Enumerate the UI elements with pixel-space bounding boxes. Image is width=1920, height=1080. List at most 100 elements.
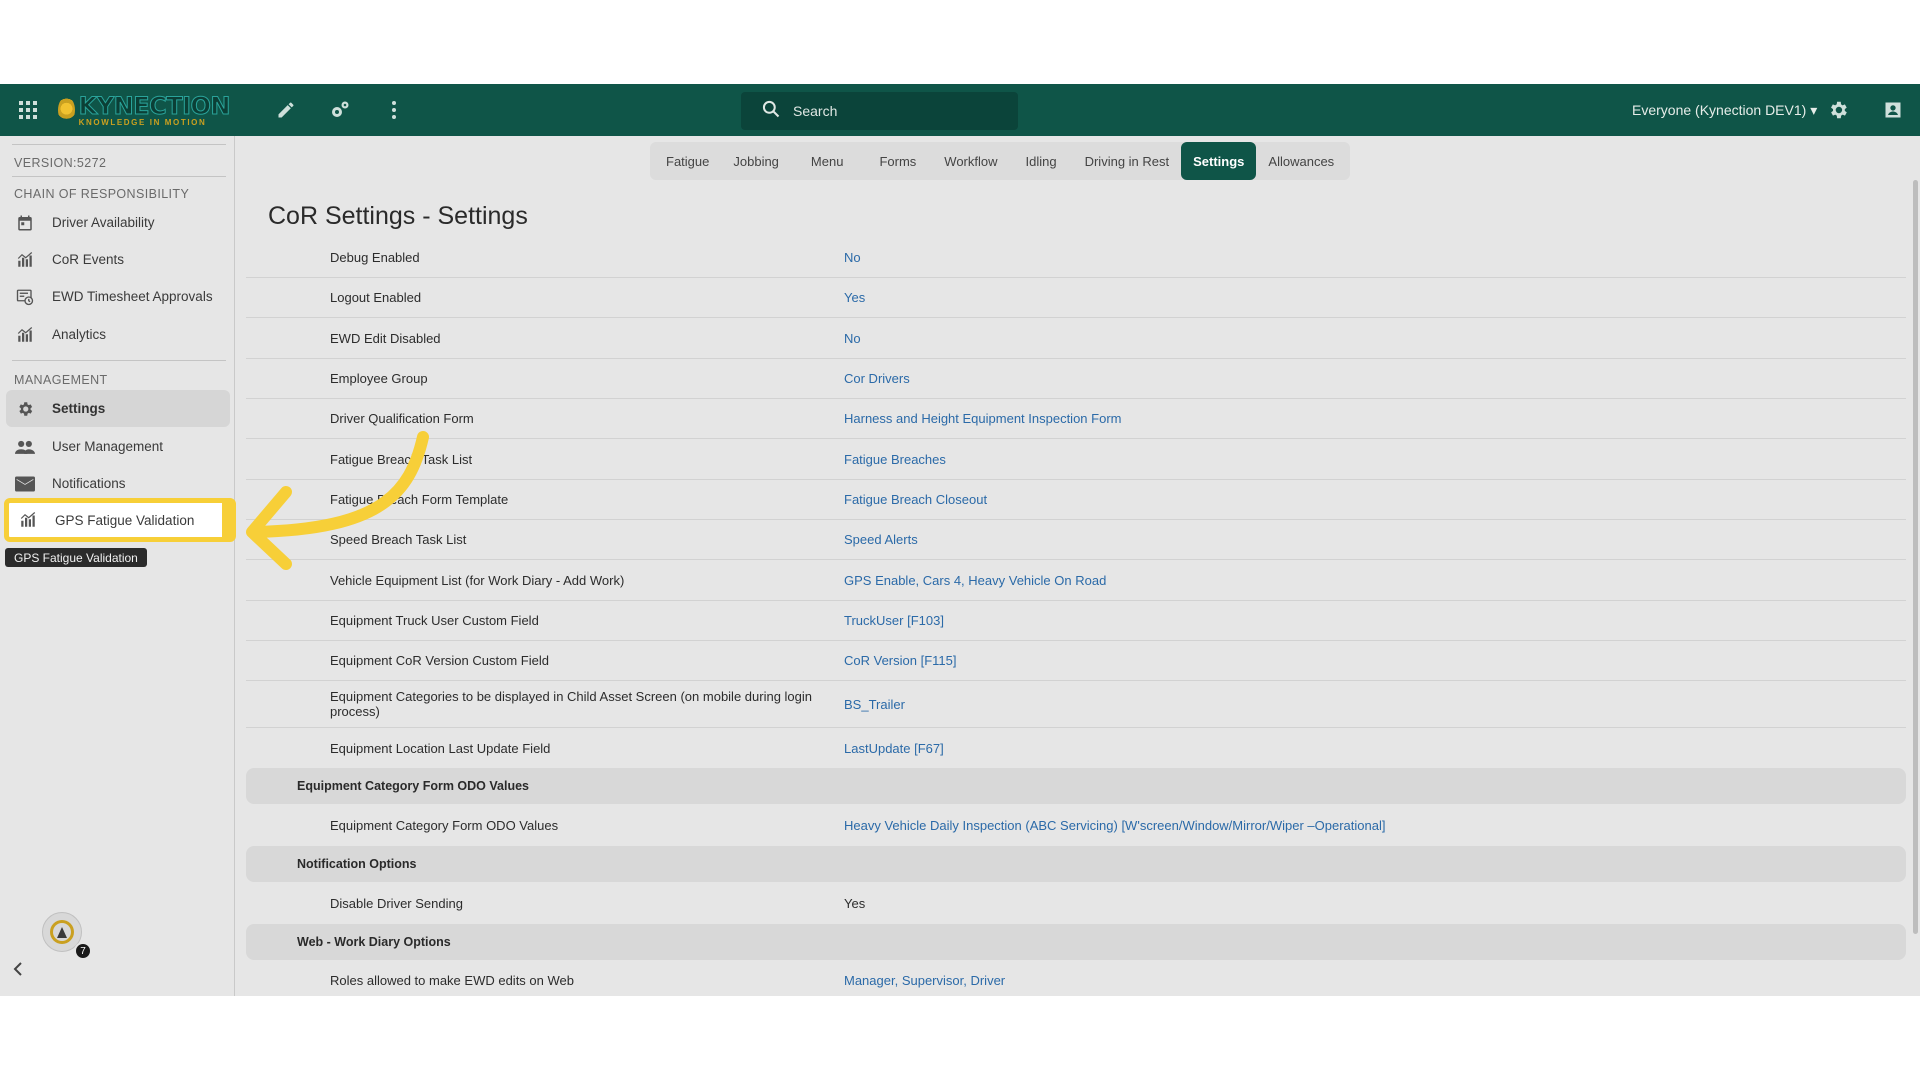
- setting-value-link[interactable]: LastUpdate [F67]: [844, 741, 944, 756]
- setting-value-link[interactable]: Manager, Supervisor, Driver: [844, 973, 1005, 988]
- tab-forms[interactable]: Forms: [863, 142, 932, 180]
- settings-row: Equipment Category Form ODO Values Heavy …: [246, 804, 1906, 846]
- kynection-logo[interactable]: KYNECTION KNOWLEDGE IN MOTION: [58, 91, 231, 127]
- settings-row: Equipment Truck User Custom Field TruckUs…: [246, 601, 1906, 641]
- settings-row: Debug Enabled No: [246, 238, 1906, 278]
- setting-value-link[interactable]: Cor Drivers: [844, 371, 910, 386]
- tab-fatigue[interactable]: Fatigue: [654, 142, 721, 180]
- sidebar-item-label: EWD Timesheet Approvals: [52, 289, 213, 304]
- version-label: VERSION:5272: [14, 156, 107, 170]
- tab-menu[interactable]: Menu: [791, 142, 864, 180]
- tab-workflow[interactable]: Workflow: [932, 142, 1009, 180]
- setting-value-link[interactable]: CoR Version [F115]: [844, 653, 956, 668]
- scrollbar[interactable]: [1913, 180, 1918, 934]
- search-box[interactable]: [741, 92, 1018, 130]
- settings-row: EWD Edit Disabled No: [246, 318, 1906, 359]
- logo-mark-icon: [58, 97, 75, 123]
- settings-row: Fatigue Breach Form Template Fatigue Brea…: [246, 480, 1906, 520]
- apps-grid-icon[interactable]: [14, 84, 42, 136]
- sidebar-item-ewd-timesheet-approvals[interactable]: EWD Timesheet Approvals: [6, 278, 230, 315]
- setting-label: Disable Driver Sending: [330, 895, 463, 911]
- sidebar-item-notifications[interactable]: Notifications: [6, 465, 230, 502]
- setting-label: Fatigue Breach Task List: [330, 451, 473, 467]
- setting-value-link[interactable]: No: [844, 331, 861, 346]
- setting-label: Equipment Truck User Custom Field: [330, 613, 539, 628]
- tooltip: GPS Fatigue Validation: [5, 548, 147, 567]
- sidebar-item-driver-availability[interactable]: Driver Availability: [6, 204, 230, 241]
- sidebar-item-label: CoR Events: [52, 252, 125, 267]
- search-input[interactable]: [793, 103, 993, 119]
- logo-text: KYNECTION KNOWLEDGE IN MOTION: [78, 91, 231, 127]
- gears-icon[interactable]: [327, 84, 353, 136]
- settings-row: Equipment CoR Version Custom Field CoR Ve…: [246, 641, 1906, 681]
- chart-icon: [17, 509, 39, 531]
- settings-row: Employee Group Cor Drivers: [246, 359, 1906, 399]
- sidebar-item-label: Driver Availability: [52, 215, 155, 230]
- top-bar: KYNECTION KNOWLEDGE IN MOTION Everyone (…: [0, 84, 1920, 136]
- chart-icon: [14, 324, 36, 346]
- settings-row: Disable Driver Sending Yes: [246, 882, 1906, 924]
- group-label: Notification Options: [297, 857, 417, 871]
- settings-tabs: Fatigue Jobbing Menu Forms Workflow Idli…: [650, 142, 1351, 180]
- mail-icon: [14, 473, 36, 495]
- notification-count-badge: 7: [74, 942, 92, 960]
- sidebar-item-label: Notifications: [52, 476, 126, 491]
- sidebar-item-cor-events[interactable]: CoR Events: [6, 241, 230, 278]
- tab-settings[interactable]: Settings: [1181, 142, 1257, 180]
- page-title: CoR Settings - Settings: [268, 202, 528, 230]
- setting-value-link[interactable]: Heavy Vehicle Daily Inspection (ABC Serv…: [844, 818, 1385, 833]
- chevron-left-icon[interactable]: [8, 958, 28, 980]
- setting-value-link[interactable]: Fatigue Breach Closeout: [844, 492, 987, 507]
- gear-icon[interactable]: [1824, 84, 1852, 136]
- setting-label: Speed Breach Task List: [330, 532, 467, 547]
- logo-title: KYNECTION: [78, 91, 231, 120]
- sidebar: VERSION:5272 CHAIN OF RESPONSIBILITY Dri…: [0, 136, 236, 996]
- gear-icon: [14, 398, 36, 420]
- sidebar-item-analytics[interactable]: Analytics: [6, 316, 230, 353]
- sidebar-divider: [12, 360, 226, 361]
- settings-row: Equipment Categories to be displayed in …: [246, 681, 1906, 728]
- sidebar-item-label: GPS Fatigue Validation: [55, 512, 195, 528]
- setting-value-link[interactable]: BS_Trailer: [844, 697, 905, 712]
- tenant-selector[interactable]: Everyone (Kynection DEV1) ▾: [1632, 84, 1817, 136]
- sidebar-item-label: Settings: [52, 401, 106, 416]
- sidebar-item-user-management[interactable]: User Management: [6, 428, 230, 465]
- sidebar-item-label: User Management: [52, 439, 164, 454]
- sidebar-item-gps-fatigue-validation[interactable]: GPS Fatigue Validation: [4, 498, 236, 542]
- setting-label: Equipment Location Last Update Field: [330, 740, 551, 756]
- setting-label: Equipment Category Form ODO Values: [330, 817, 559, 833]
- tab-idling[interactable]: Idling: [1010, 142, 1073, 180]
- sidebar-item-settings[interactable]: Settings: [6, 390, 230, 427]
- avatar-logo-icon: [50, 920, 74, 944]
- setting-value-link[interactable]: Yes: [844, 290, 865, 305]
- section-heading-management: MANAGEMENT: [14, 373, 108, 387]
- section-heading-cor: CHAIN OF RESPONSIBILITY: [14, 187, 190, 201]
- setting-label: Roles allowed to make EWD edits on Web: [330, 972, 574, 988]
- setting-value-link[interactable]: No: [844, 250, 861, 265]
- setting-value-link[interactable]: Fatigue Breaches: [844, 452, 946, 467]
- settings-group-header: Web - Work Diary Options: [246, 924, 1906, 960]
- pencil-icon[interactable]: [274, 84, 298, 136]
- tab-allowances[interactable]: Allowances: [1256, 142, 1346, 180]
- setting-value-link[interactable]: Speed Alerts: [844, 532, 918, 547]
- setting-value-link[interactable]: GPS Enable, Cars 4, Heavy Vehicle On Roa…: [844, 573, 1106, 588]
- tab-driving-in-rest[interactable]: Driving in Rest: [1073, 142, 1182, 180]
- group-label: Equipment Category Form ODO Values: [297, 779, 529, 793]
- setting-value-link[interactable]: Harness and Height Equipment Inspection …: [844, 411, 1121, 426]
- more-vertical-icon[interactable]: [386, 84, 402, 136]
- main-content: Fatigue Jobbing Menu Forms Workflow Idli…: [236, 136, 1920, 996]
- setting-label: Debug Enabled: [330, 250, 420, 265]
- settings-list: Debug Enabled No Logout Enabled Yes EWD Ed…: [246, 238, 1906, 996]
- search-icon: [761, 99, 781, 124]
- logo-tagline: KNOWLEDGE IN MOTION: [78, 117, 207, 127]
- settings-row: Equipment Location Last Update Field Last…: [246, 728, 1906, 768]
- group-label: Web - Work Diary Options: [297, 935, 451, 949]
- setting-label: Employee Group: [330, 371, 428, 386]
- setting-value: Yes: [844, 895, 866, 911]
- account-box-icon[interactable]: [1880, 84, 1906, 136]
- settings-row: Fatigue Breach Task List Fatigue Breaches: [246, 439, 1906, 480]
- tab-jobbing[interactable]: Jobbing: [721, 142, 791, 180]
- settings-row: Speed Breach Task List Speed Alerts: [246, 520, 1906, 560]
- setting-value-link[interactable]: TruckUser [F103]: [844, 613, 944, 628]
- setting-label: Equipment CoR Version Custom Field: [330, 653, 549, 668]
